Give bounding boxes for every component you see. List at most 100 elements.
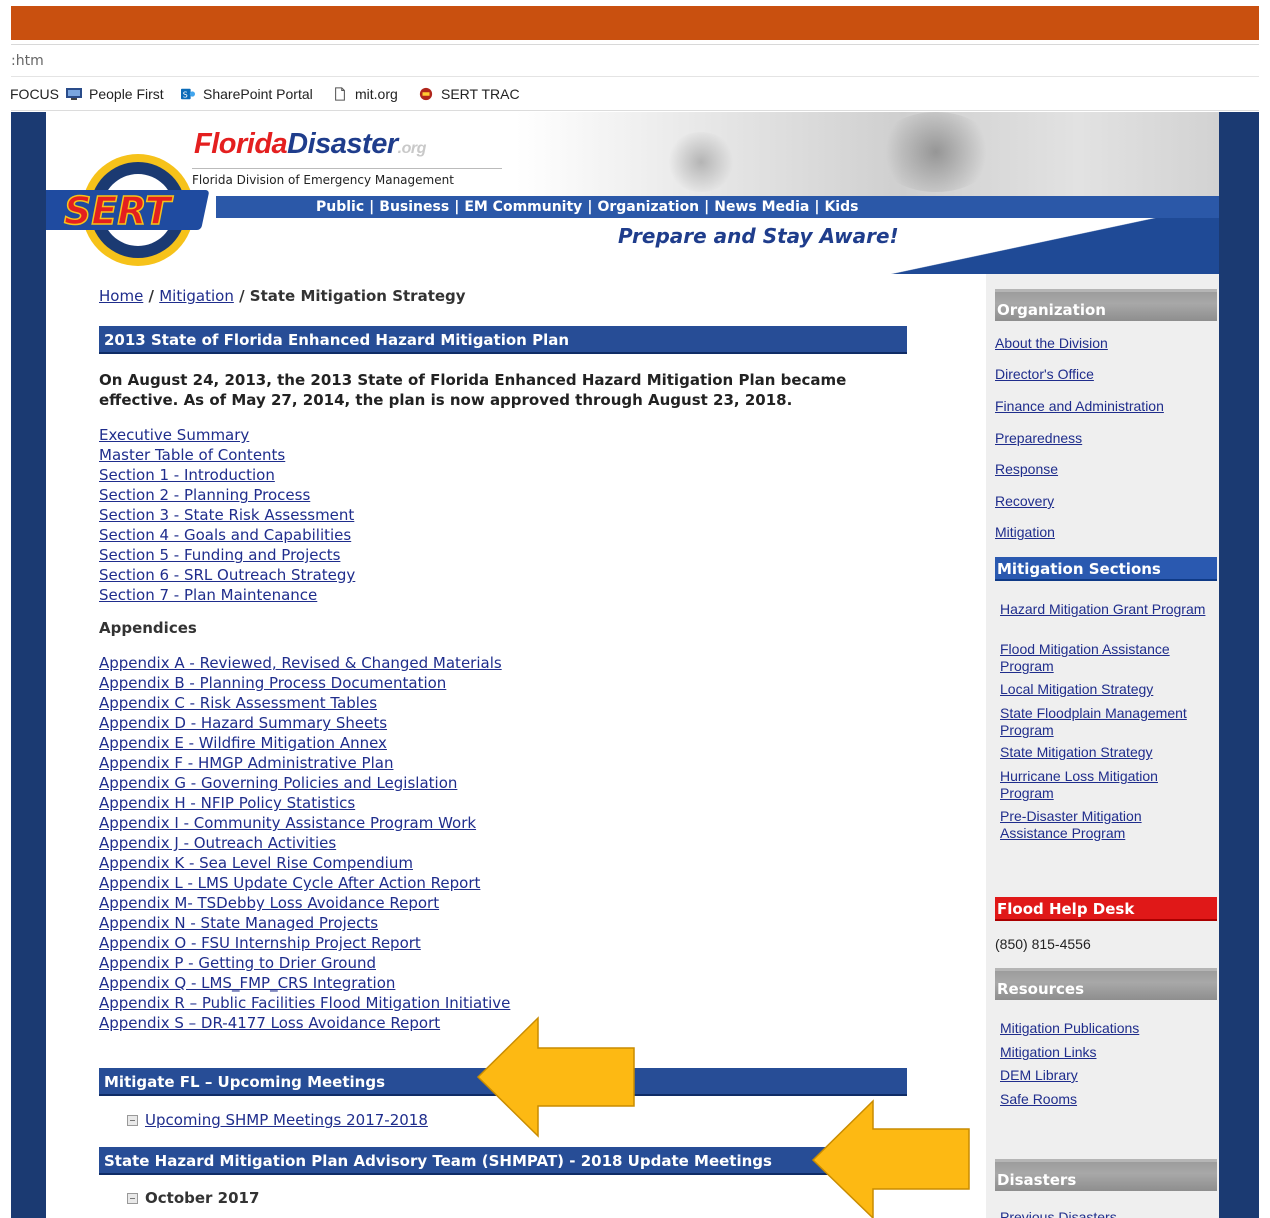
bookmark-sert-trac[interactable]: SERT TRAC <box>417 86 520 102</box>
appendix-link[interactable]: Appendix D - Hazard Summary Sheets <box>99 714 387 732</box>
appendix-link[interactable]: Appendix O - FSU Internship Project Repo… <box>99 934 421 952</box>
appendix-link[interactable]: Appendix M- TSDebby Loss Avoidance Repor… <box>99 894 439 912</box>
site-tagline: Prepare and Stay Aware! <box>618 224 899 248</box>
nav-news-media[interactable]: News Media <box>714 199 809 215</box>
plan-section-link[interactable]: Section 2 - Planning Process <box>99 486 310 504</box>
sidebar-resource-item[interactable]: Mitigation Links <box>1000 1044 1212 1061</box>
collapse-square-icon[interactable] <box>127 1114 138 1126</box>
bookmark-mit-org[interactable]: mit.org <box>331 86 398 102</box>
previous-disasters-link[interactable]: Previous Disasters <box>1000 1209 1117 1218</box>
sidebar-org-item[interactable]: Recovery <box>995 493 1054 509</box>
sert-logo-badge[interactable]: SERT <box>46 150 220 270</box>
plan-section-link[interactable]: Master Table of Contents <box>99 446 285 464</box>
appendix-link[interactable]: Appendix L - LMS Update Cycle After Acti… <box>99 874 480 892</box>
nav-public[interactable]: Public <box>316 199 364 215</box>
bookmark-label: SERT TRAC <box>441 86 520 102</box>
sidebar-mitigation-link[interactable]: Hurricane Loss Mitigation Program <box>1000 768 1158 801</box>
appendix-link[interactable]: Appendix B - Planning Process Documentat… <box>99 674 446 692</box>
sidebar-mitigation-item[interactable]: Local Mitigation Strategy <box>1000 681 1212 698</box>
list-item: Section 1 - Introduction <box>99 465 355 485</box>
appendix-link[interactable]: Appendix K - Sea Level Rise Compendium <box>99 854 413 872</box>
upcoming-meetings-link[interactable]: Upcoming SHMP Meetings 2017-2018 <box>145 1111 428 1129</box>
sidebar-mitigation-item[interactable]: Flood Mitigation Assistance Program <box>1000 641 1212 675</box>
sidebar-org-link[interactable]: Response <box>995 461 1058 477</box>
breadcrumb-home[interactable]: Home <box>99 287 143 305</box>
plan-section-link[interactable]: Section 3 - State Risk Assessment <box>99 506 354 524</box>
sidebar-resource-link[interactable]: Safe Rooms <box>1000 1091 1077 1107</box>
sert-icon <box>419 87 433 101</box>
plan-section-link[interactable]: Section 7 - Plan Maintenance <box>99 586 317 604</box>
appendix-link[interactable]: Appendix I - Community Assistance Progra… <box>99 814 476 832</box>
appendix-link[interactable]: Appendix A - Reviewed, Revised & Changed… <box>99 654 502 672</box>
sidebar-link-previous-disasters[interactable]: Previous Disasters <box>1000 1209 1212 1218</box>
bookmark-sharepoint[interactable]: S SharePoint Portal <box>179 86 313 102</box>
sidebar-mitigation-link[interactable]: Pre-Disaster Mitigation Assistance Progr… <box>1000 808 1142 841</box>
sidebar-heading-organization: Organization <box>995 289 1217 321</box>
appendix-link[interactable]: Appendix J - Outreach Activities <box>99 834 336 852</box>
sidebar-org-item[interactable]: Preparedness <box>995 430 1082 446</box>
breadcrumb-mitigation[interactable]: Mitigation <box>159 287 234 305</box>
sharepoint-icon: S <box>181 88 195 100</box>
appendix-link[interactable]: Appendix C - Risk Assessment Tables <box>99 694 377 712</box>
bookmark-focus[interactable]: FOCUS <box>10 86 59 102</box>
appendix-link[interactable]: Appendix G - Governing Policies and Legi… <box>99 774 457 792</box>
nav-business[interactable]: Business <box>379 199 449 215</box>
shmpat-list-item[interactable]: October 2017 <box>127 1189 259 1207</box>
nav-em-community[interactable]: EM Community <box>464 199 582 215</box>
sidebar-resource-link[interactable]: Mitigation Publications <box>1000 1020 1139 1036</box>
bookmark-people-first[interactable]: People First <box>65 86 164 102</box>
sidebar-mitigation-item[interactable]: State Floodplain Management Program <box>1000 705 1212 739</box>
sidebar-org-item[interactable]: Director's Office <box>995 366 1094 382</box>
appendix-link[interactable]: Appendix E - Wildfire Mitigation Annex <box>99 734 387 752</box>
collapse-square-icon[interactable] <box>127 1192 138 1204</box>
appendix-link[interactable]: Appendix S – DR-4177 Loss Avoidance Repo… <box>99 1014 440 1032</box>
bookmarks-bar: FOCUS People First S SharePoint Portal m… <box>10 78 1259 111</box>
page-icon <box>335 87 345 101</box>
sidebar-org-link[interactable]: Finance and Administration <box>995 398 1164 414</box>
plan-section-link[interactable]: Section 5 - Funding and Projects <box>99 546 340 564</box>
nav-organization[interactable]: Organization <box>597 199 699 215</box>
sidebar-mitigation-link[interactable]: Flood Mitigation Assistance Program <box>1000 641 1170 674</box>
sidebar-org-link[interactable]: Director's Office <box>995 366 1094 382</box>
list-item: Appendix F - HMGP Administrative Plan <box>99 753 510 773</box>
sidebar-resource-link[interactable]: Mitigation Links <box>1000 1044 1097 1060</box>
list-item: Appendix R – Public Facilities Flood Mit… <box>99 993 510 1013</box>
plan-section-link[interactable]: Section 1 - Introduction <box>99 466 275 484</box>
nav-kids[interactable]: Kids <box>824 199 858 215</box>
sidebar-org-item[interactable]: Response <box>995 461 1058 477</box>
sidebar-mitigation-link[interactable]: State Floodplain Management Program <box>1000 705 1187 738</box>
svg-text:S: S <box>183 91 188 100</box>
sidebar-mitigation-item[interactable]: Pre-Disaster Mitigation Assistance Progr… <box>1000 808 1212 842</box>
sidebar-mitigation-link[interactable]: State Mitigation Strategy <box>1000 744 1153 760</box>
sidebar-org-item[interactable]: About the Division <box>995 335 1108 351</box>
sidebar-mitigation-item[interactable]: State Mitigation Strategy <box>1000 744 1212 761</box>
appendix-link[interactable]: Appendix Q - LMS_FMP_CRS Integration <box>99 974 395 992</box>
sidebar-mitigation-link[interactable]: Local Mitigation Strategy <box>1000 681 1153 697</box>
appendix-link[interactable]: Appendix H - NFIP Policy Statistics <box>99 794 355 812</box>
appendix-link[interactable]: Appendix N - State Managed Projects <box>99 914 378 932</box>
address-text[interactable]: :htm <box>11 53 44 69</box>
plan-section-link[interactable]: Executive Summary <box>99 426 249 444</box>
sidebar-resource-item[interactable]: DEM Library <box>1000 1067 1212 1084</box>
plan-section-link[interactable]: Section 4 - Goals and Capabilities <box>99 526 351 544</box>
sidebar-resource-link[interactable]: DEM Library <box>1000 1067 1078 1083</box>
bookmark-label: mit.org <box>355 86 398 102</box>
sidebar-mitigation-item[interactable]: Hurricane Loss Mitigation Program <box>1000 768 1212 802</box>
sidebar-resource-item[interactable]: Mitigation Publications <box>1000 1020 1212 1037</box>
sidebar-org-link[interactable]: About the Division <box>995 335 1108 351</box>
plan-section-link[interactable]: Section 6 - SRL Outreach Strategy <box>99 566 355 584</box>
appendix-link[interactable]: Appendix R – Public Facilities Flood Mit… <box>99 994 510 1012</box>
sidebar-org-link[interactable]: Mitigation <box>995 524 1055 540</box>
sidebar-org-item[interactable]: Finance and Administration <box>995 398 1164 414</box>
sidebar-org-item[interactable]: Mitigation <box>995 524 1055 540</box>
appendix-link[interactable]: Appendix P - Getting to Drier Ground <box>99 954 376 972</box>
address-bar[interactable]: :htm <box>11 44 1259 77</box>
appendix-link[interactable]: Appendix F - HMGP Administrative Plan <box>99 754 393 772</box>
sidebar-resource-item[interactable]: Safe Rooms <box>1000 1091 1212 1108</box>
site-logo[interactable]: FloridaDisaster.org <box>194 128 426 161</box>
sidebar-org-link[interactable]: Recovery <box>995 493 1054 509</box>
sidebar-org-link[interactable]: Preparedness <box>995 430 1082 446</box>
sidebar-mitigation-item[interactable]: Hazard Mitigation Grant Program <box>1000 601 1212 618</box>
sidebar-mitigation-link[interactable]: Hazard Mitigation Grant Program <box>1000 601 1205 617</box>
page-frame-right <box>1219 112 1259 1218</box>
